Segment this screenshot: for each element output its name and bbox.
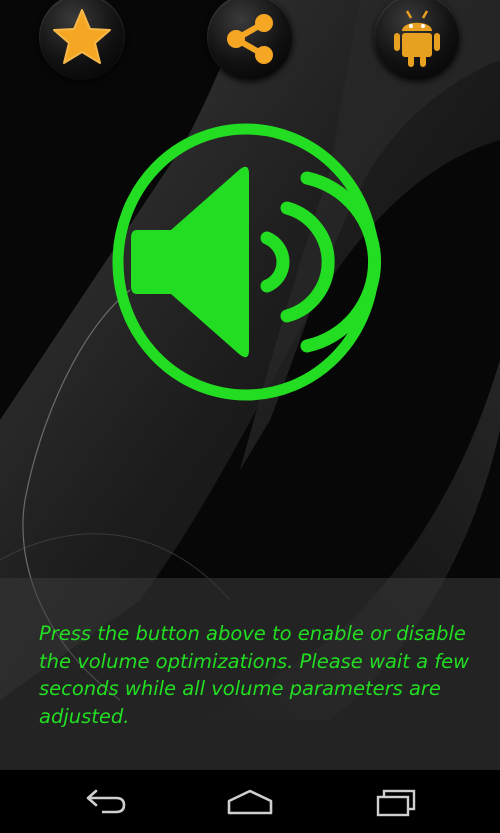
home-icon [227, 789, 273, 814]
back-icon [86, 789, 126, 813]
back-button[interactable] [54, 770, 154, 833]
rate-button[interactable] [39, 0, 125, 80]
share-icon [227, 14, 273, 64]
share-button[interactable] [207, 0, 293, 80]
home-button[interactable] [200, 770, 300, 833]
volume-toggle-button[interactable] [107, 120, 385, 405]
star-icon [53, 9, 111, 64]
app-screen: Press the button above to enable or disa… [0, 0, 500, 833]
recents-icon [376, 789, 416, 816]
navigation-bar [0, 770, 500, 833]
more-apps-button[interactable] [374, 0, 460, 80]
android-icon [394, 10, 440, 67]
speaker-volume-icon [112, 123, 381, 401]
recents-button[interactable] [346, 770, 446, 833]
info-text: Press the button above to enable or disa… [39, 622, 470, 728]
